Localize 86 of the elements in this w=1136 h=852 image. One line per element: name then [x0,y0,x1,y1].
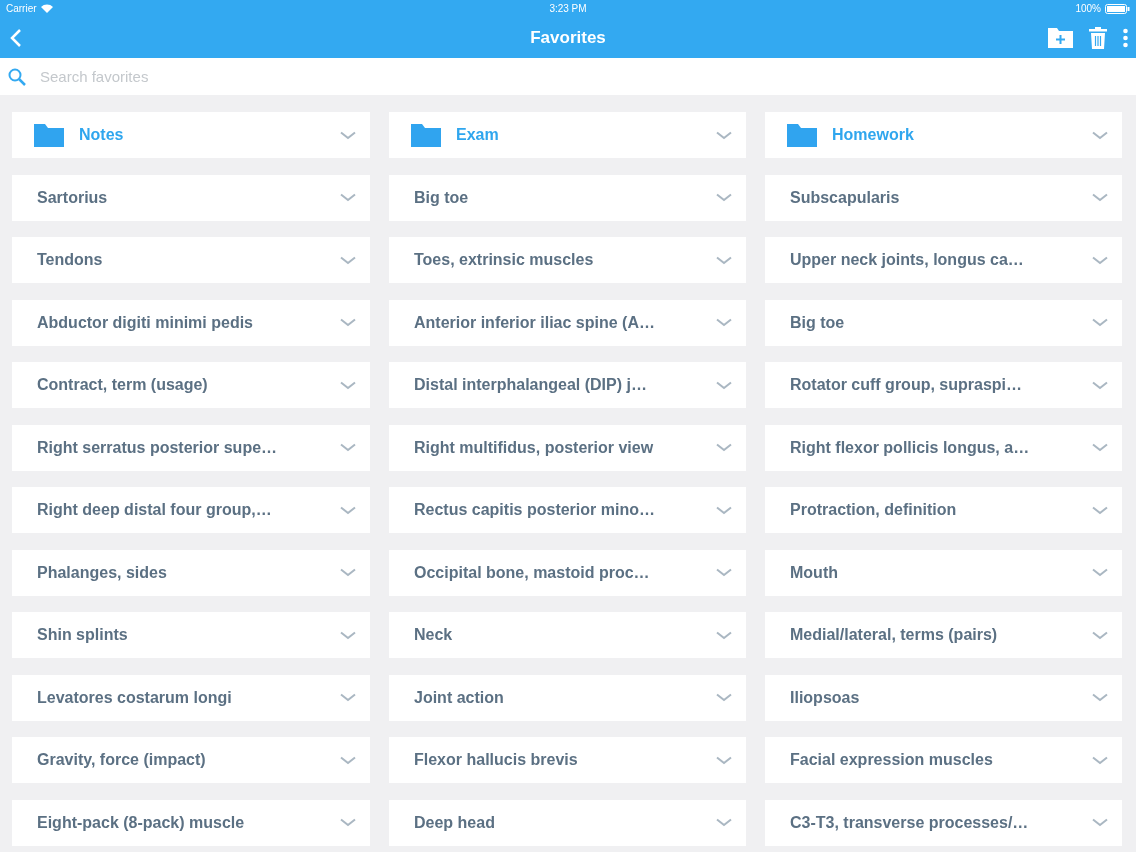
chevron-down-icon [1092,255,1108,265]
folder-row[interactable]: Exam [389,112,746,158]
favorite-row[interactable]: Abductor digiti minimi pedis [12,299,370,346]
favorite-row[interactable]: Contract, term (usage) [12,362,370,408]
chevron-down-icon [716,568,732,577]
chevron-down-icon [340,443,356,452]
chevron-down-icon [716,255,732,265]
chevron-down-icon [340,130,356,140]
favorite-row[interactable]: Sartorius [12,174,370,221]
favorite-row[interactable]: Anterior inferior iliac spine (A… [389,299,746,346]
chevron-down-icon [1092,755,1108,765]
chevron-down-icon [716,380,732,390]
chevron-down-icon [340,193,356,202]
favorite-row[interactable]: Joint action [389,674,746,721]
favorite-row[interactable]: Mouth [765,549,1122,596]
chevron-down-icon [1092,568,1108,577]
chevron-down-icon [716,193,732,202]
favorite-row[interactable]: Deep head [389,799,746,846]
favorite-row[interactable]: Big toe [765,299,1122,346]
favorite-row[interactable]: Distal interphalangeal (DIP) j… [389,362,746,408]
chevron-down-icon [716,443,732,452]
favorite-row[interactable]: Subscapularis [765,174,1122,221]
folder-row[interactable]: Notes [12,112,370,158]
chevron-down-icon [340,693,356,702]
chevron-down-icon [340,630,356,640]
chevron-down-icon [1092,505,1108,515]
wifi-icon [40,4,53,13]
favorite-row[interactable]: Right flexor pollicis longus, a… [765,424,1122,471]
favorite-row[interactable]: Occipital bone, mastoid proc… [389,549,746,596]
chevron-down-icon [716,130,732,140]
new-folder-button[interactable] [1048,27,1073,48]
folder-row[interactable]: Homework [765,112,1122,158]
favorite-row[interactable]: Neck [389,612,746,658]
favorite-row[interactable]: Facial expression muscles [765,737,1122,783]
clock-time: 3:23 PM [549,3,587,14]
chevron-down-icon [716,693,732,702]
chevron-down-icon [716,318,732,327]
folder-icon [411,123,441,147]
chevron-down-icon [716,818,732,827]
chevron-down-icon [1092,630,1108,640]
favorite-row[interactable]: Right multifidus, posterior view [389,424,746,471]
battery-percent: 100% [1075,3,1101,14]
favorite-row[interactable]: Toes, extrinsic muscles [389,237,746,283]
favorite-row[interactable]: Iliopsoas [765,674,1122,721]
favorite-row[interactable]: Rotator cuff group, supraspi… [765,362,1122,408]
search-icon [8,67,26,86]
search-field[interactable]: Search favorites [38,67,442,86]
favorite-row[interactable]: Protraction, definition [765,487,1122,533]
favorite-row[interactable]: Rectus capitis posterior mino… [389,487,746,533]
chevron-down-icon [1092,380,1108,390]
chevron-down-icon [1092,193,1108,202]
folder-icon [787,123,817,147]
chevron-down-icon [340,755,356,765]
chevron-down-icon [340,318,356,327]
chevron-down-icon [1092,130,1108,140]
favorite-row[interactable]: Shin splints [12,612,370,658]
favorite-row[interactable]: Medial/lateral, terms (pairs) [765,612,1122,658]
chevron-down-icon [340,818,356,827]
chevron-down-icon [716,755,732,765]
favorite-row[interactable]: Right deep distal four group,… [12,487,370,533]
chevron-down-icon [1092,693,1108,702]
favorite-row[interactable]: Tendons [12,237,370,283]
screen-title: Favorites [530,27,606,47]
chevron-down-icon [1092,318,1108,327]
chevron-down-icon [716,630,732,640]
folder-icon [34,123,64,147]
chevron-down-icon [340,568,356,577]
chevron-down-icon [1092,818,1108,827]
favorite-row[interactable]: Upper neck joints, longus ca… [765,237,1122,283]
more-menu-button[interactable] [1123,27,1128,48]
chevron-down-icon [340,380,356,390]
chevron-down-icon [340,255,356,265]
battery-icon [1105,3,1130,14]
favorite-row[interactable]: Eight-pack (8-pack) muscle [12,799,370,846]
favorite-row[interactable]: Right serratus posterior supe… [12,424,370,471]
chevron-down-icon [340,505,356,515]
trash-button[interactable] [1089,26,1107,49]
favorite-row[interactable]: Gravity, force (impact) [12,737,370,783]
chevron-down-icon [716,505,732,515]
favorite-row[interactable]: Flexor hallucis brevis [389,737,746,783]
favorite-row[interactable]: C3-T3, transverse processes/… [765,799,1122,846]
chevron-down-icon [1092,443,1108,452]
favorite-row[interactable]: Levatores costarum longi [12,674,370,721]
favorite-row[interactable]: Big toe [389,174,746,221]
carrier-label: Carrier [6,3,37,14]
favorite-row[interactable]: Phalanges, sides [12,549,370,596]
